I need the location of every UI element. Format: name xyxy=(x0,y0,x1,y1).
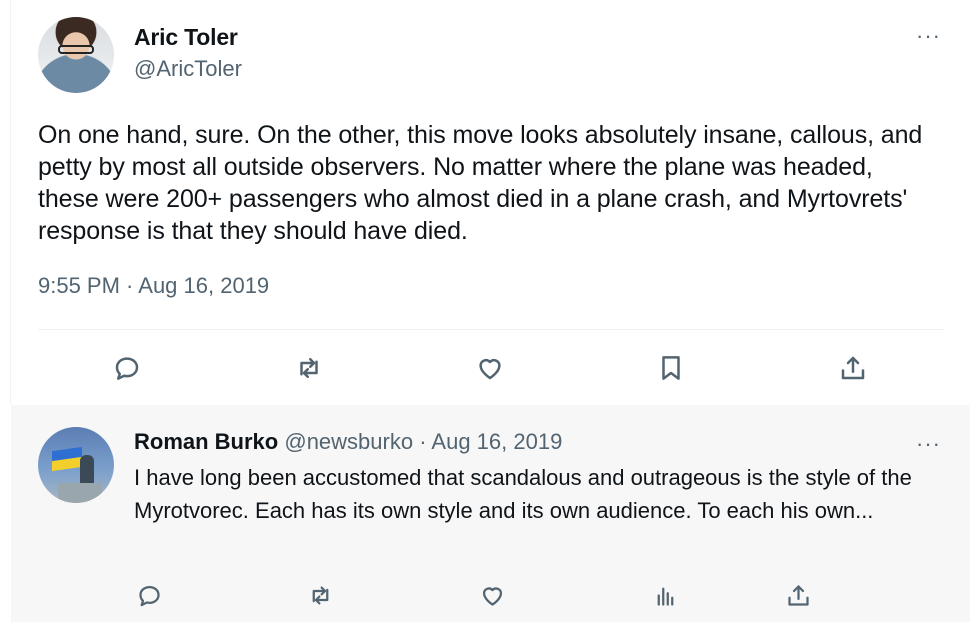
reply-header: Roman Burko @newsburko · Aug 16, 2019 xyxy=(134,429,562,455)
tweet-text: On one hand, sure. On the other, this mo… xyxy=(38,121,923,245)
avatar[interactable] xyxy=(38,427,114,503)
author-handle[interactable]: @AricToler xyxy=(134,56,242,82)
retweet-icon[interactable] xyxy=(291,350,327,386)
tweet-actions xyxy=(11,577,970,613)
avatar[interactable] xyxy=(38,17,114,93)
bookmark-icon[interactable] xyxy=(653,350,689,386)
like-icon[interactable] xyxy=(472,350,508,386)
views-icon[interactable] xyxy=(647,577,683,613)
author-handle-and-date[interactable]: @newsburko · Aug 16, 2019 xyxy=(278,429,562,454)
share-icon[interactable] xyxy=(835,350,871,386)
divider xyxy=(38,329,944,330)
reply-tweet[interactable]: Roman Burko @newsburko · Aug 16, 2019 ··… xyxy=(11,405,970,622)
author-name[interactable]: Roman Burko xyxy=(134,429,278,454)
more-options-icon[interactable]: ··· xyxy=(916,431,941,457)
share-icon[interactable] xyxy=(780,577,816,613)
more-options-icon[interactable]: ··· xyxy=(916,23,941,49)
tweet-timestamp[interactable]: 9:55 PM · Aug 16, 2019 xyxy=(38,273,269,299)
author-name[interactable]: Aric Toler xyxy=(134,24,238,51)
tweet-actions xyxy=(11,350,970,390)
like-icon[interactable] xyxy=(474,577,510,613)
reply-icon[interactable] xyxy=(109,350,145,386)
avatar-glasses xyxy=(58,45,94,54)
tweet-text: I have long been accustomed that scandal… xyxy=(134,465,912,523)
reply-icon[interactable] xyxy=(131,577,167,613)
main-tweet: Aric Toler @AricToler ··· On one hand, s… xyxy=(11,0,970,405)
retweet-icon[interactable] xyxy=(302,577,338,613)
